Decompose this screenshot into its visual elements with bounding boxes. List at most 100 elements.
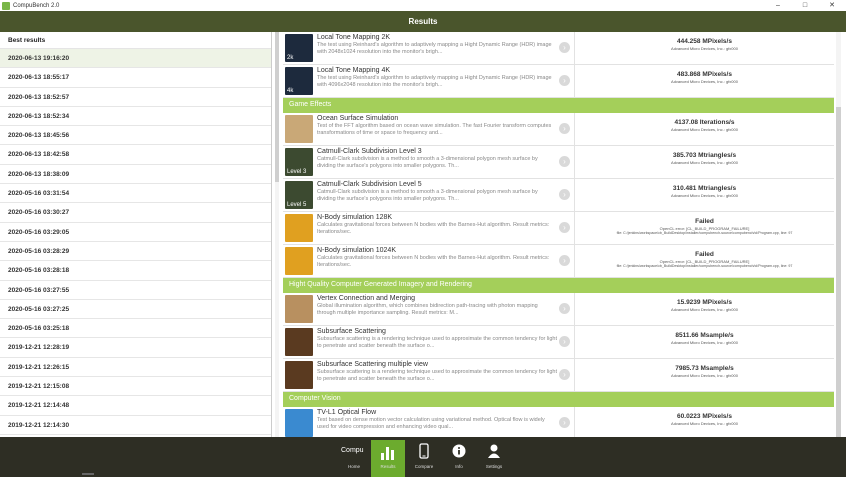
home-icon [337, 440, 371, 464]
chevron-right-icon[interactable]: › [559, 42, 570, 53]
nav-compare[interactable]: Compare [407, 440, 441, 477]
test-row[interactable]: 2k Local Tone Mapping 2K The test using Re… [283, 32, 834, 65]
sidebar-result-item[interactable]: 2020-06-13 18:45:56 [0, 126, 271, 146]
test-title: Subsurface Scattering [317, 328, 386, 335]
test-thumbnail [285, 409, 313, 437]
window-title: CompuBench 2.0 [13, 2, 60, 9]
test-row[interactable]: Vertex Connection and Merging Global illu… [283, 293, 834, 326]
nav-settings-label: Settings [485, 464, 503, 469]
result-value: 4137.08 Iterations/s [674, 119, 735, 126]
test-title: Subsurface Scattering multiple view [317, 361, 428, 368]
nav-info-label: Info [455, 464, 463, 469]
nav-settings[interactable]: Settings [477, 440, 511, 477]
result-device: Advanced Micro Devices, Inc.: gfx000 [671, 373, 738, 378]
chevron-right-icon[interactable]: › [559, 189, 570, 200]
chevron-right-icon[interactable]: › [559, 303, 570, 314]
test-info: Ocean Surface Simulation Test of the FFT … [315, 113, 557, 145]
test-row[interactable]: Level 5 Catmull-Clark Subdivision Level 5… [283, 179, 834, 212]
result-value: 7985.73 Msample/s [675, 365, 734, 372]
test-info: TV-L1 Optical Flow Test based on dense mo… [315, 407, 557, 437]
sidebar-result-item[interactable]: 2020-05-16 03:27:25 [0, 300, 271, 320]
test-thumbnail [285, 247, 313, 275]
test-row[interactable]: Ocean Surface Simulation Test of the FFT … [283, 113, 834, 146]
test-thumbnail [285, 214, 313, 242]
test-info: Catmull-Clark Subdivision Level 3 Catmull… [315, 146, 557, 178]
sidebar-result-item[interactable]: 2020-05-16 03:25:18 [0, 319, 271, 339]
nav-results[interactable]: Results [371, 440, 405, 477]
test-info: Vertex Connection and Merging Global illu… [315, 293, 557, 325]
result-device: Advanced Micro Devices, Inc.: gfx000 [671, 79, 738, 84]
test-description: Catmull-Clark subdivision is a method to… [317, 189, 538, 202]
test-row[interactable]: N-Body simulation 128K Calculates gravita… [283, 212, 834, 245]
sidebar-result-item[interactable]: 2020-05-16 03:30:27 [0, 203, 271, 223]
test-thumbnail: 2k [285, 34, 313, 62]
chevron-right-icon[interactable]: › [559, 123, 570, 134]
test-description: The test using Reinhard's algorithm to a… [317, 75, 552, 88]
test-info: Catmull-Clark Subdivision Level 5 Catmull… [315, 179, 557, 211]
chevron-right-icon[interactable]: › [559, 75, 570, 86]
sidebar-result-item[interactable]: 2020-06-13 18:42:58 [0, 145, 271, 165]
maximize-button[interactable]: □ [795, 0, 815, 11]
test-row[interactable]: Level 3 Catmull-Clark Subdivision Level 3… [283, 146, 834, 179]
minimize-button[interactable]: – [768, 0, 788, 11]
test-info: Subsurface Scattering multiple view Subsu… [315, 359, 557, 391]
chevron-right-icon[interactable]: › [559, 417, 570, 428]
test-title: Ocean Surface Simulation [317, 115, 399, 122]
sidebar-scrollbar[interactable] [275, 32, 279, 437]
main-scrollbar[interactable] [836, 32, 841, 437]
sidebar-result-item[interactable]: 2019-12-21 12:26:15 [0, 358, 271, 378]
test-description: Subsurface scattering is a rendering tec… [317, 336, 557, 349]
bottom-navigation: Compu Home Results Compare Info Settings [0, 437, 846, 477]
sidebar-result-item[interactable]: 2020-05-16 03:28:18 [0, 261, 271, 281]
test-row[interactable]: Subsurface Scattering Subsurface scatteri… [283, 326, 834, 359]
test-row[interactable]: N-Body simulation 1024K Calculates gravit… [283, 245, 834, 278]
result-value: 15.9239 MPixels/s [677, 299, 732, 306]
result-device: Advanced Micro Devices, Inc.: gfx000 [671, 46, 738, 51]
main-scroll-thumb[interactable] [836, 107, 841, 437]
nav-info[interactable]: Info [442, 440, 476, 477]
chevron-right-icon[interactable]: › [559, 156, 570, 167]
user-icon [477, 440, 511, 464]
test-row[interactable]: Subsurface Scattering multiple view Subsu… [283, 359, 834, 392]
sidebar-result-item[interactable]: 2020-06-13 18:52:57 [0, 88, 271, 107]
nav-results-label: Results [380, 464, 396, 469]
sidebar-heading[interactable]: Best results [0, 32, 271, 49]
result-value: 483.868 MPixels/s [677, 71, 732, 78]
sidebar-result-item[interactable]: 2020-05-16 03:29:05 [0, 223, 271, 242]
sidebar-result-item[interactable]: 2019-12-21 12:15:08 [0, 377, 271, 397]
test-title: N-Body simulation 1024K [317, 247, 396, 254]
nav-compare-label: Compare [414, 464, 434, 469]
sidebar-result-item[interactable]: 2020-06-13 18:38:09 [0, 165, 271, 185]
chevron-right-icon[interactable]: › [559, 336, 570, 347]
sidebar-result-item[interactable]: 2020-06-13 19:16:20 [0, 49, 271, 69]
sidebar-result-item[interactable]: 2019-12-21 12:14:48 [0, 396, 271, 416]
chevron-right-icon[interactable]: › [559, 255, 570, 266]
test-description: Global illumination algorithm, which com… [317, 303, 538, 316]
test-result: 4137.08 Iterations/s Advanced Micro Devic… [575, 113, 834, 145]
sidebar-result-item[interactable]: 2019-12-21 12:28:19 [0, 338, 271, 358]
result-value: 385.703 Mtriangles/s [672, 152, 737, 159]
test-info: N-Body simulation 128K Calculates gravita… [315, 212, 557, 244]
sidebar-result-item[interactable]: 2020-06-13 18:52:34 [0, 107, 271, 127]
test-description: Test of the FFT algorithm based on ocean… [317, 123, 552, 136]
test-row[interactable]: TV-L1 Optical Flow Test based on dense mo… [283, 407, 834, 437]
test-result: 483.868 MPixels/s Advanced Micro Devices,… [575, 65, 834, 97]
sidebar-result-item[interactable]: 2020-05-16 03:27:55 [0, 281, 271, 300]
chevron-right-icon[interactable]: › [559, 222, 570, 233]
sidebar-result-item[interactable]: 2019-12-21 12:14:30 [0, 416, 271, 435]
test-row[interactable]: 4k Local Tone Mapping 4K The test using Re… [283, 65, 834, 98]
taskbar-indicator [82, 473, 94, 475]
sidebar-result-item[interactable]: 2020-06-13 18:55:17 [0, 68, 271, 88]
section-header: Hight Quality Computer Generated Imagery… [283, 278, 834, 293]
nav-home[interactable]: Home [337, 440, 371, 477]
chevron-right-icon[interactable]: › [559, 369, 570, 380]
result-value: 444.258 MPixels/s [677, 38, 732, 45]
sidebar-result-item[interactable]: 2020-05-16 03:31:54 [0, 184, 271, 204]
test-result: 310.481 Mtriangles/s Advanced Micro Devic… [575, 179, 834, 211]
sidebar-scroll-thumb[interactable] [275, 32, 279, 182]
close-button[interactable]: ✕ [822, 0, 842, 11]
sidebar-result-item[interactable]: 2020-05-16 03:28:29 [0, 242, 271, 262]
test-title: Catmull-Clark Subdivision Level 3 [317, 148, 422, 155]
result-value: 60.0223 MPixels/s [677, 413, 732, 420]
test-result: 8511.66 Msample/s Advanced Micro Devices,… [575, 326, 834, 358]
